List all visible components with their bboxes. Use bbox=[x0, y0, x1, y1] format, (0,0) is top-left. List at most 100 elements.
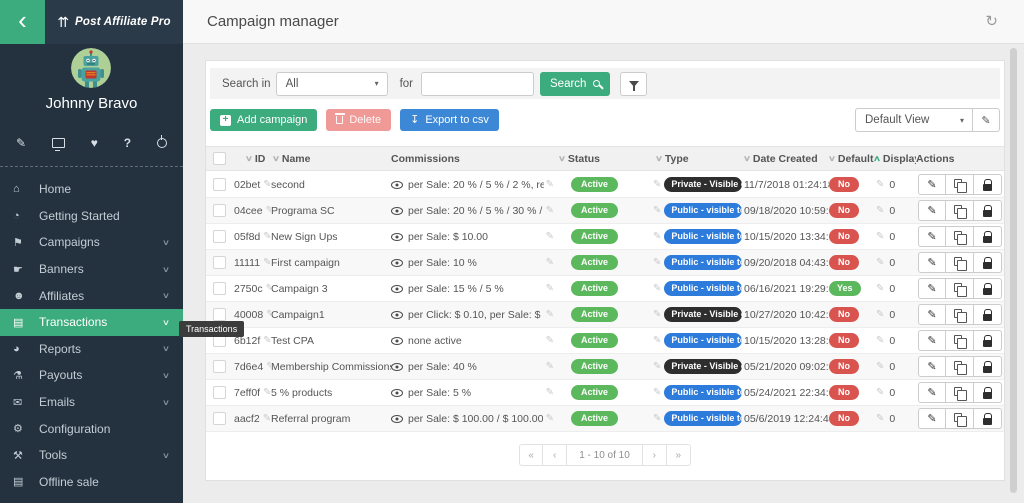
delete-button[interactable]: Delete bbox=[326, 109, 391, 131]
copy-button[interactable] bbox=[946, 356, 974, 377]
edit-profile-icon[interactable]: ✎ bbox=[16, 136, 26, 150]
column-header-default[interactable]: Default bbox=[838, 153, 874, 165]
edit-display-icon[interactable]: ✎ bbox=[876, 387, 884, 398]
edit-display-icon[interactable]: ✎ bbox=[876, 335, 884, 346]
sort-icon[interactable]: ∨ bbox=[272, 154, 280, 163]
edit-type-icon[interactable]: ✎ bbox=[653, 361, 661, 372]
edit-view-button[interactable]: ✎ bbox=[973, 108, 1000, 132]
edit-type-icon[interactable]: ✎ bbox=[653, 387, 661, 398]
edit-button[interactable]: ✎ bbox=[918, 408, 946, 429]
edit-button[interactable]: ✎ bbox=[918, 382, 946, 403]
edit-commissions-icon[interactable]: ✎ bbox=[546, 231, 554, 242]
row-checkbox[interactable] bbox=[213, 204, 226, 217]
eye-icon[interactable] bbox=[391, 259, 403, 267]
edit-type-icon[interactable]: ✎ bbox=[653, 413, 661, 424]
edit-commissions-icon[interactable]: ✎ bbox=[546, 257, 554, 268]
sort-icon[interactable]: ∨ bbox=[743, 154, 751, 163]
eye-icon[interactable] bbox=[391, 337, 403, 345]
edit-commissions-icon[interactable]: ✎ bbox=[546, 205, 554, 216]
lock-button[interactable] bbox=[974, 174, 1002, 195]
copy-button[interactable] bbox=[946, 382, 974, 403]
search-in-select[interactable]: All ▾ bbox=[276, 72, 388, 96]
column-header-date-created[interactable]: Date Created bbox=[753, 153, 818, 165]
row-checkbox[interactable] bbox=[213, 308, 226, 321]
edit-commissions-icon[interactable]: ✎ bbox=[546, 361, 554, 372]
column-header-status[interactable]: Status bbox=[568, 153, 600, 165]
sidebar-item-home[interactable]: ⌂Home bbox=[0, 176, 183, 203]
export-csv-button[interactable]: ↧ Export to csv bbox=[400, 109, 499, 131]
scrollbar[interactable] bbox=[1010, 48, 1017, 493]
edit-display-icon[interactable]: ✎ bbox=[876, 283, 884, 294]
sort-ascending-icon[interactable]: ∧ bbox=[874, 154, 881, 163]
add-campaign-button[interactable]: + Add campaign bbox=[210, 109, 317, 131]
lock-button[interactable] bbox=[974, 252, 1002, 273]
sidebar-item-offline-sale[interactable]: ▤Offline sale bbox=[0, 469, 183, 496]
edit-button[interactable]: ✎ bbox=[918, 330, 946, 351]
eye-icon[interactable] bbox=[391, 415, 403, 423]
search-button[interactable]: Search bbox=[540, 72, 610, 96]
collapse-sidebar-button[interactable]: ‹ bbox=[0, 0, 45, 44]
sort-icon[interactable]: ∨ bbox=[655, 154, 663, 163]
refresh-icon[interactable]: ↻ bbox=[985, 12, 998, 30]
sidebar-item-payouts[interactable]: ⚗Payouts∨ bbox=[0, 362, 183, 389]
sidebar-item-banners[interactable]: ☛Banners∨ bbox=[0, 256, 183, 283]
lock-button[interactable] bbox=[974, 226, 1002, 247]
row-checkbox[interactable] bbox=[213, 178, 226, 191]
eye-icon[interactable] bbox=[391, 207, 403, 215]
view-select[interactable]: Default View ▾ bbox=[855, 108, 973, 132]
edit-display-icon[interactable]: ✎ bbox=[876, 309, 884, 320]
sort-icon[interactable]: ∨ bbox=[829, 154, 836, 163]
lock-button[interactable] bbox=[974, 304, 1002, 325]
row-checkbox[interactable] bbox=[213, 256, 226, 269]
help-icon[interactable]: ? bbox=[124, 136, 131, 150]
edit-type-icon[interactable]: ✎ bbox=[653, 335, 661, 346]
edit-id-icon[interactable]: ✎ bbox=[263, 413, 271, 424]
edit-type-icon[interactable]: ✎ bbox=[653, 283, 661, 294]
edit-commissions-icon[interactable]: ✎ bbox=[546, 309, 554, 320]
edit-id-icon[interactable]: ✎ bbox=[263, 335, 271, 346]
heart-icon[interactable]: ♥ bbox=[91, 136, 98, 150]
edit-type-icon[interactable]: ✎ bbox=[653, 205, 661, 216]
eye-icon[interactable] bbox=[391, 363, 403, 371]
edit-commissions-icon[interactable]: ✎ bbox=[546, 387, 554, 398]
copy-button[interactable] bbox=[946, 252, 974, 273]
filter-button[interactable] bbox=[620, 72, 647, 96]
edit-commissions-icon[interactable]: ✎ bbox=[546, 283, 554, 294]
eye-icon[interactable] bbox=[391, 311, 403, 319]
edit-button[interactable]: ✎ bbox=[918, 252, 946, 273]
search-input[interactable] bbox=[421, 72, 534, 96]
edit-id-icon[interactable]: ✎ bbox=[263, 231, 271, 242]
power-icon[interactable] bbox=[157, 138, 167, 148]
column-header-id[interactable]: ID bbox=[255, 153, 266, 165]
edit-display-icon[interactable]: ✎ bbox=[876, 361, 884, 372]
copy-button[interactable] bbox=[946, 408, 974, 429]
edit-display-icon[interactable]: ✎ bbox=[876, 257, 884, 268]
edit-type-icon[interactable]: ✎ bbox=[653, 231, 661, 242]
row-checkbox[interactable] bbox=[213, 230, 226, 243]
sidebar-item-reports[interactable]: ◕Reports∨ bbox=[0, 336, 183, 363]
lock-button[interactable] bbox=[974, 278, 1002, 299]
select-all-checkbox[interactable] bbox=[213, 152, 226, 165]
lock-button[interactable] bbox=[974, 200, 1002, 221]
copy-button[interactable] bbox=[946, 174, 974, 195]
lock-button[interactable] bbox=[974, 408, 1002, 429]
column-header-type[interactable]: Type bbox=[665, 153, 689, 165]
lock-button[interactable] bbox=[974, 330, 1002, 351]
eye-icon[interactable] bbox=[391, 285, 403, 293]
row-checkbox[interactable] bbox=[213, 360, 226, 373]
sidebar-item-transactions[interactable]: ▤Transactions∨ bbox=[0, 309, 183, 336]
row-checkbox[interactable] bbox=[213, 386, 226, 399]
sort-icon[interactable]: ∨ bbox=[245, 154, 253, 163]
edit-type-icon[interactable]: ✎ bbox=[653, 179, 661, 190]
edit-display-icon[interactable]: ✎ bbox=[876, 205, 884, 216]
eye-icon[interactable] bbox=[391, 181, 403, 189]
edit-type-icon[interactable]: ✎ bbox=[653, 309, 661, 320]
lock-button[interactable] bbox=[974, 382, 1002, 403]
copy-button[interactable] bbox=[946, 200, 974, 221]
edit-display-icon[interactable]: ✎ bbox=[876, 179, 884, 190]
pagination-prev-button[interactable]: ‹ bbox=[543, 444, 567, 466]
edit-button[interactable]: ✎ bbox=[918, 278, 946, 299]
edit-id-icon[interactable]: ✎ bbox=[263, 387, 271, 398]
edit-id-icon[interactable]: ✎ bbox=[263, 257, 271, 268]
sidebar-item-emails[interactable]: ✉Emails∨ bbox=[0, 389, 183, 416]
